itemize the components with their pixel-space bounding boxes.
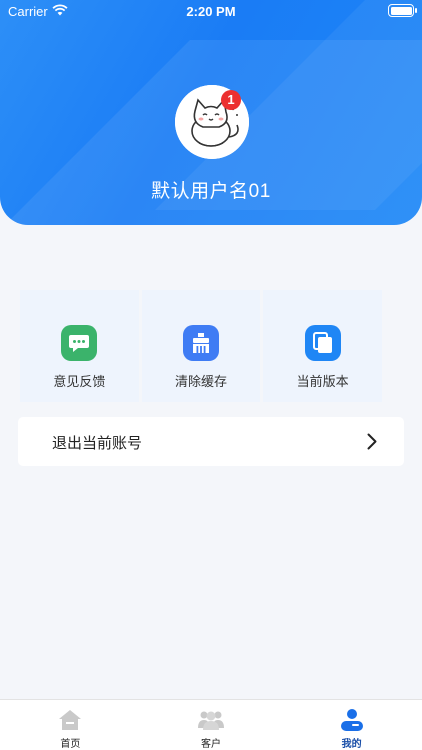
chevron-right-icon (367, 433, 377, 450)
grid-item-version[interactable]: 当前版本 (263, 290, 383, 402)
notification-badge: 1 (221, 90, 241, 110)
grid-label: 当前版本 (296, 374, 349, 389)
profile-icon (340, 707, 364, 732)
profile-header: Carrier 2:20 PM 1 默认用户名01 (0, 0, 422, 225)
grid-item-feedback[interactable]: 意见反馈 (20, 290, 139, 402)
home-icon (58, 707, 82, 732)
tab-bar: 首页 客户 我的 (0, 699, 422, 750)
tab-profile[interactable]: 我的 (281, 700, 422, 750)
grid-item-clear-cache[interactable]: 清除缓存 (141, 290, 261, 402)
clock: 2:20 PM (186, 4, 236, 19)
feedback-icon (61, 325, 98, 361)
customers-icon (198, 707, 224, 732)
tab-label: 首页 (60, 739, 81, 750)
tab-home[interactable]: 首页 (0, 700, 141, 750)
battery-icon (388, 4, 417, 17)
version-icon (304, 325, 341, 361)
logout-label: 退出当前账号 (52, 435, 143, 452)
tab-customers[interactable]: 客户 (141, 700, 282, 750)
tab-label: 我的 (341, 739, 362, 750)
logout-row[interactable]: 退出当前账号 (18, 417, 404, 466)
function-grid: 意见反馈 清除缓存 当前版本 (20, 290, 383, 402)
status-bar: Carrier 2:20 PM (0, 0, 422, 24)
username: 默认用户名01 (151, 181, 271, 202)
tab-label: 客户 (201, 739, 221, 750)
clear-cache-icon (183, 325, 219, 361)
grid-label: 清除缓存 (175, 374, 228, 389)
grid-label: 意见反馈 (53, 374, 106, 389)
